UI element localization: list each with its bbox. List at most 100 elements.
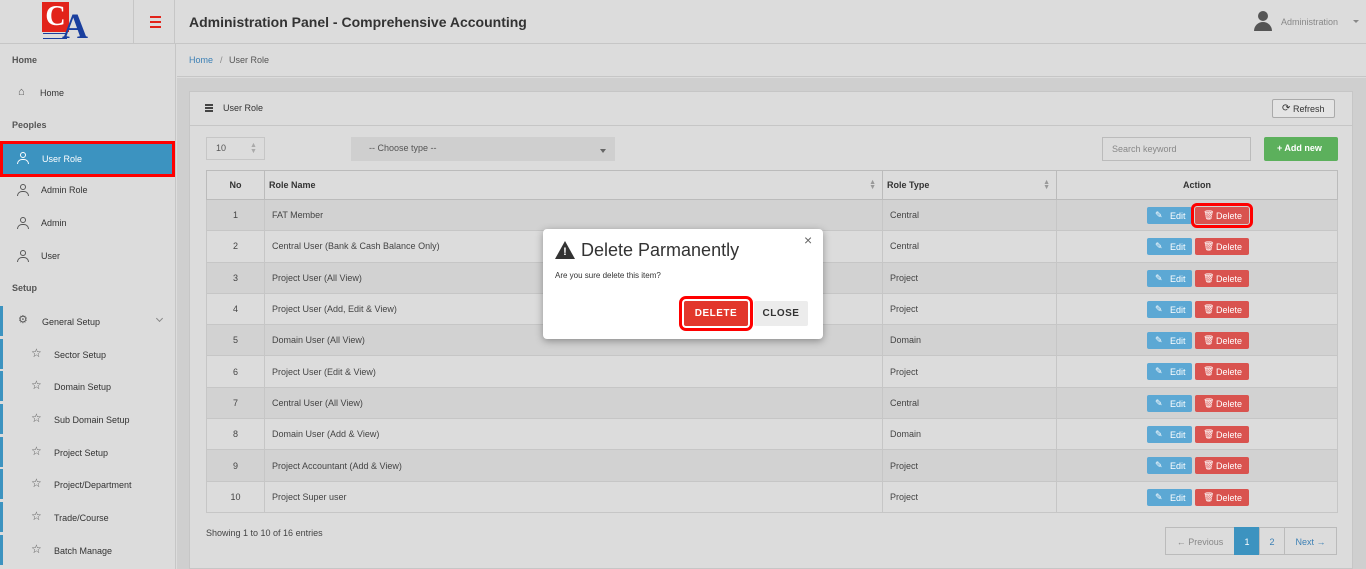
cell-no: 4 xyxy=(206,292,265,326)
trash-icon: 🗑 xyxy=(1203,241,1215,252)
delete-button[interactable]: 🗑 Delete xyxy=(1195,332,1249,350)
table-info: Showing 1 to 10 of 16 entries xyxy=(206,528,323,538)
edit-button[interactable]: ✎ Edit xyxy=(1147,300,1192,318)
trash-icon: 🗑 xyxy=(1203,303,1215,314)
delete-button[interactable]: 🗑 Delete xyxy=(1195,269,1249,287)
refresh-icon: ⟳ xyxy=(1282,103,1291,114)
edit-icon: ✎ xyxy=(1155,303,1163,314)
star-icon: ☆ xyxy=(31,378,42,392)
sidebar-item-label: Project Setup xyxy=(54,448,109,458)
cell-action: ✎ Edit 🗑 Delete xyxy=(1056,292,1338,326)
sidebar-item-label: Admin xyxy=(41,218,67,228)
cell-role-type: Project xyxy=(882,355,1057,388)
pagination-page-2[interactable]: 2 xyxy=(1259,527,1285,555)
sidebar-item-user[interactable]: User xyxy=(0,241,175,271)
sidebar-subitem-project-department[interactable]: ☆ Project/Department xyxy=(0,469,175,499)
delete-label: Delete xyxy=(1216,242,1243,253)
role-type-select[interactable]: -- Choose type -- xyxy=(351,137,615,161)
delete-button[interactable]: 🗑 Delete xyxy=(1195,238,1249,256)
confirm-delete-button[interactable]: DELETE xyxy=(679,296,753,331)
pagination-next[interactable]: Next → xyxy=(1284,527,1337,555)
breadcrumb: Home / User Role xyxy=(177,45,1366,77)
edit-icon: ✎ xyxy=(1155,272,1163,283)
user-menu[interactable]: Administration xyxy=(1246,0,1366,44)
edit-button[interactable]: ✎ Edit xyxy=(1147,207,1192,224)
delete-button[interactable]: 🗑 Delete xyxy=(1195,457,1249,475)
refresh-button[interactable]: ⟳ Refresh xyxy=(1272,99,1335,118)
edit-button[interactable]: ✎ Edit xyxy=(1147,488,1192,506)
cell-role-type: Central xyxy=(882,230,1057,263)
cell-role-type: Project xyxy=(882,449,1057,482)
user-role-table: No Role Name ▲ ▼ Role Type ▲ ▼ Action 1 FAT M… xyxy=(206,170,1338,513)
close-button[interactable]: CLOSE xyxy=(754,301,808,326)
col-header-role-type[interactable]: Role Type ▲ ▼ xyxy=(882,170,1057,200)
delete-label: Delete xyxy=(1216,367,1243,378)
sidebar-item-admin-role[interactable]: Admin Role xyxy=(0,175,175,205)
sidebar-item-admin[interactable]: Admin xyxy=(0,208,175,238)
cell-role-type: Project xyxy=(882,261,1057,294)
table-row: 9 Project Accountant (Add & View) Project ✎… xyxy=(206,449,1338,482)
cell-no: 7 xyxy=(206,386,265,420)
delete-button[interactable]: 🗑 Delete xyxy=(1195,363,1249,381)
cell-role-type: Project xyxy=(882,480,1057,513)
sidebar-subitem-domain-setup[interactable]: ☆ Domain Setup xyxy=(0,371,175,401)
table-row: 8 Domain User (Add & View) Domain ✎ Edit 🗑 Del… xyxy=(206,418,1338,451)
sidebar-item-general-setup[interactable]: ⚙ General Setup xyxy=(0,306,175,336)
sidebar-item-label: User xyxy=(41,251,61,261)
sidebar-item-label: Sub Domain Setup xyxy=(54,415,130,425)
sidebar-subitem-sub-domain-setup[interactable]: ☆ Sub Domain Setup xyxy=(0,404,175,434)
edit-icon: ✎ xyxy=(1155,210,1163,220)
logo-area: C A xyxy=(0,0,134,44)
delete-button[interactable]: 🗑 Delete xyxy=(1195,488,1249,506)
star-icon: ☆ xyxy=(31,411,42,425)
cell-no: 10 xyxy=(206,480,265,513)
edit-button[interactable]: ✎ Edit xyxy=(1147,269,1192,287)
col-header-role-name[interactable]: Role Name ▲ ▼ xyxy=(264,170,883,200)
edit-icon: ✎ xyxy=(1155,335,1163,346)
delete-button[interactable]: 🗑 Delete xyxy=(1191,203,1253,228)
page-length-select[interactable]: 10 ▲ ▼ xyxy=(206,137,265,160)
delete-button[interactable]: 🗑 Delete xyxy=(1195,394,1249,412)
search-input[interactable] xyxy=(1102,137,1251,161)
sidebar-subitem-batch-manage[interactable]: ☆ Batch Manage xyxy=(0,535,175,565)
trash-icon: 🗑 xyxy=(1203,210,1215,220)
edit-button[interactable]: ✎ Edit xyxy=(1147,426,1192,444)
app-logo[interactable]: C A xyxy=(42,2,92,44)
sidebar-item-label: Batch Manage xyxy=(54,546,113,556)
delete-button[interactable]: 🗑 Delete xyxy=(1195,426,1249,444)
avatar-icon xyxy=(1254,11,1272,31)
sidebar-item-label: General Setup xyxy=(42,317,101,327)
user-icon xyxy=(17,152,29,164)
sidebar-subitem-sector-setup[interactable]: ☆ Sector Setup xyxy=(0,339,175,369)
edit-button[interactable]: ✎ Edit xyxy=(1147,238,1192,256)
edit-button[interactable]: ✎ Edit xyxy=(1147,394,1192,412)
col-header-no[interactable]: No xyxy=(206,170,265,200)
cell-role-name: Project User (Edit & View) xyxy=(264,355,883,388)
sidebar-item-user-role[interactable]: User Role xyxy=(0,141,175,177)
delete-label: Delete xyxy=(1216,304,1243,315)
edit-button[interactable]: ✎ Edit xyxy=(1147,363,1192,381)
pagination-page-1[interactable]: 1 xyxy=(1234,527,1260,555)
edit-label: Edit xyxy=(1170,461,1186,472)
chevron-down-icon xyxy=(155,314,164,323)
edit-button[interactable]: ✎ Edit xyxy=(1147,457,1192,475)
pagination-previous[interactable]: ← Previous xyxy=(1165,527,1235,555)
cell-role-name: Central User (All View) xyxy=(264,386,883,420)
sidebar-item-home[interactable]: ⌂ Home xyxy=(0,78,175,108)
cell-action: ✎ Edit 🗑 Delete xyxy=(1056,198,1338,232)
sidebar: Home ⌂ Home Peoples User Role Admin Role… xyxy=(0,44,176,569)
sidebar-item-label: Home xyxy=(40,88,65,98)
trash-icon: 🗑 xyxy=(1203,366,1215,377)
close-icon[interactable]: × xyxy=(804,232,812,248)
breadcrumb-home-link[interactable]: Home xyxy=(189,55,213,65)
edit-label: Edit xyxy=(1170,430,1186,441)
add-new-button[interactable]: + Add new xyxy=(1264,137,1338,161)
edit-button[interactable]: ✎ Edit xyxy=(1147,332,1192,350)
trash-icon: 🗑 xyxy=(1203,429,1215,440)
delete-button[interactable]: 🗑 Delete xyxy=(1195,300,1249,318)
hamburger-icon[interactable] xyxy=(135,0,175,44)
edit-icon: ✎ xyxy=(1155,366,1163,377)
delete-confirm-modal: ! Delete Parmanently × Are you sure dele… xyxy=(543,229,823,339)
sidebar-subitem-project-setup[interactable]: ☆ Project Setup xyxy=(0,437,175,467)
sidebar-subitem-trade-course[interactable]: ☆ Trade/Course xyxy=(0,502,175,532)
